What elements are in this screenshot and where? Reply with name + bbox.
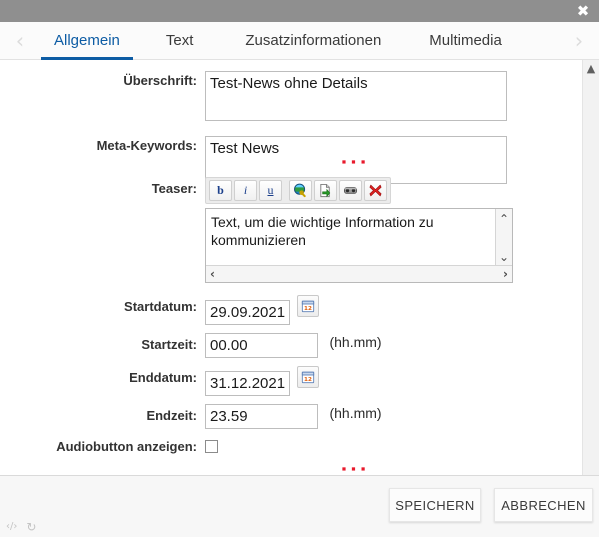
cancel-button[interactable]: ABBRECHEN	[494, 488, 593, 522]
endzeit-field: (hh.mm)	[205, 404, 582, 429]
svg-text:12: 12	[305, 377, 313, 383]
startzeit-field: (hh.mm)	[205, 333, 582, 358]
scroll-up-icon-content[interactable]: ▲	[583, 62, 599, 76]
ueberschrift-field	[205, 71, 582, 126]
teaser-label: Teaser:	[151, 181, 197, 196]
endzeit-label: Endzeit:	[146, 408, 197, 423]
field-row-startzeit: Startzeit: (hh.mm)	[0, 333, 582, 358]
scroll-down-icon[interactable]: ⌄	[499, 251, 509, 263]
scroll-right-icon[interactable]: ›	[503, 268, 508, 280]
close-icon[interactable]: ✖	[575, 3, 591, 19]
field-row-endzeit: Endzeit: (hh.mm)	[0, 404, 582, 429]
tab-list: Allgemein Text Zusatzinformationen Multi…	[38, 22, 518, 60]
calendar-icon-start[interactable]: 12	[297, 295, 320, 317]
code-icon[interactable]: ‹/›	[6, 521, 17, 533]
startzeit-hint: (hh.mm)	[329, 334, 382, 350]
italic-icon[interactable]: i	[234, 180, 257, 201]
form-scroll-area: Überschrift: Meta-Keywords: ▪▪▪ Teaser:	[0, 60, 599, 475]
teaser-field: b i u Text, um die wichtige Information …	[205, 177, 582, 283]
save-button[interactable]: SPEICHERN	[389, 488, 481, 522]
scroll-left-icon[interactable]: ‹	[210, 268, 215, 280]
remove-link-icon[interactable]	[364, 180, 387, 201]
underline-icon[interactable]: u	[259, 180, 282, 201]
enddatum-label: Enddatum:	[129, 370, 197, 385]
teaser-editor-text[interactable]: Text, um die wichtige Information zu kom…	[211, 213, 486, 249]
tab-zusatzinformationen[interactable]: Zusatzinformationen	[215, 22, 399, 60]
content-scrollbar[interactable]: ▲	[582, 60, 599, 475]
startdatum-field: 12	[205, 295, 582, 325]
field-row-startdatum: Startdatum: 12	[0, 295, 582, 325]
field-row-ueberschrift: Überschrift:	[0, 71, 582, 126]
tab-allgemein[interactable]: Allgemein	[38, 22, 136, 60]
tab-multimedia[interactable]: Multimedia	[399, 22, 518, 60]
enddatum-input[interactable]	[205, 371, 290, 396]
audiobutton-checkbox[interactable]	[205, 440, 218, 453]
dialog-titlebar: ✖	[0, 0, 599, 22]
insert-page-link-icon[interactable]	[314, 180, 337, 201]
startzeit-input[interactable]	[205, 333, 318, 358]
ueberschrift-input[interactable]	[205, 71, 507, 121]
scroll-up-icon[interactable]: ⌃	[499, 213, 509, 225]
news-edit-dialog: ✖ ‹ Allgemein Text Zusatzinformationen M…	[0, 0, 599, 537]
audiobutton-field	[205, 437, 582, 458]
meta-keywords-label: Meta-Keywords:	[96, 138, 197, 153]
tab-scroll-prev-icon[interactable]: ‹	[8, 30, 32, 54]
tab-scroll-next-icon[interactable]: ›	[567, 30, 591, 54]
svg-text:12: 12	[305, 306, 313, 312]
ueberschrift-label: Überschrift:	[123, 73, 197, 88]
dialog-footer: SPEICHERN ABBRECHEN ‹/› ↻	[0, 475, 599, 537]
bold-icon[interactable]: b	[209, 180, 232, 201]
teaser-vertical-scrollbar[interactable]: ⌃ ⌄	[495, 209, 512, 267]
startdatum-label: Startdatum:	[124, 299, 197, 314]
refresh-icon[interactable]: ↻	[26, 521, 36, 533]
tab-bar: ‹ Allgemein Text Zusatzinformationen Mul…	[0, 22, 599, 60]
calendar-icon-end[interactable]: 12	[297, 366, 320, 388]
field-row-teaser: Teaser: b i u Text, um die wichtige Info…	[0, 177, 582, 283]
startdatum-input[interactable]	[205, 300, 290, 325]
field-row-audiobutton: Audiobutton anzeigen:	[0, 437, 582, 458]
tab-text[interactable]: Text	[136, 22, 216, 60]
startzeit-label: Startzeit:	[141, 337, 197, 352]
footer-icon-group: ‹/› ↻	[6, 521, 36, 533]
endzeit-input[interactable]	[205, 404, 318, 429]
general-form: Überschrift: Meta-Keywords: ▪▪▪ Teaser:	[0, 60, 582, 475]
loading-dots-bottom: ▪▪▪	[341, 461, 371, 475]
teaser-toolbar: b i u	[205, 177, 391, 204]
enddatum-field: 12	[205, 366, 582, 396]
insert-anchor-icon[interactable]	[339, 180, 362, 201]
field-row-enddatum: Enddatum: 12	[0, 366, 582, 396]
insert-link-icon[interactable]	[289, 180, 312, 201]
teaser-editor[interactable]: Text, um die wichtige Information zu kom…	[205, 208, 513, 283]
audiobutton-label: Audiobutton anzeigen:	[56, 439, 197, 454]
teaser-horizontal-scrollbar[interactable]: ‹ ›	[206, 265, 512, 282]
endzeit-hint: (hh.mm)	[329, 405, 382, 421]
